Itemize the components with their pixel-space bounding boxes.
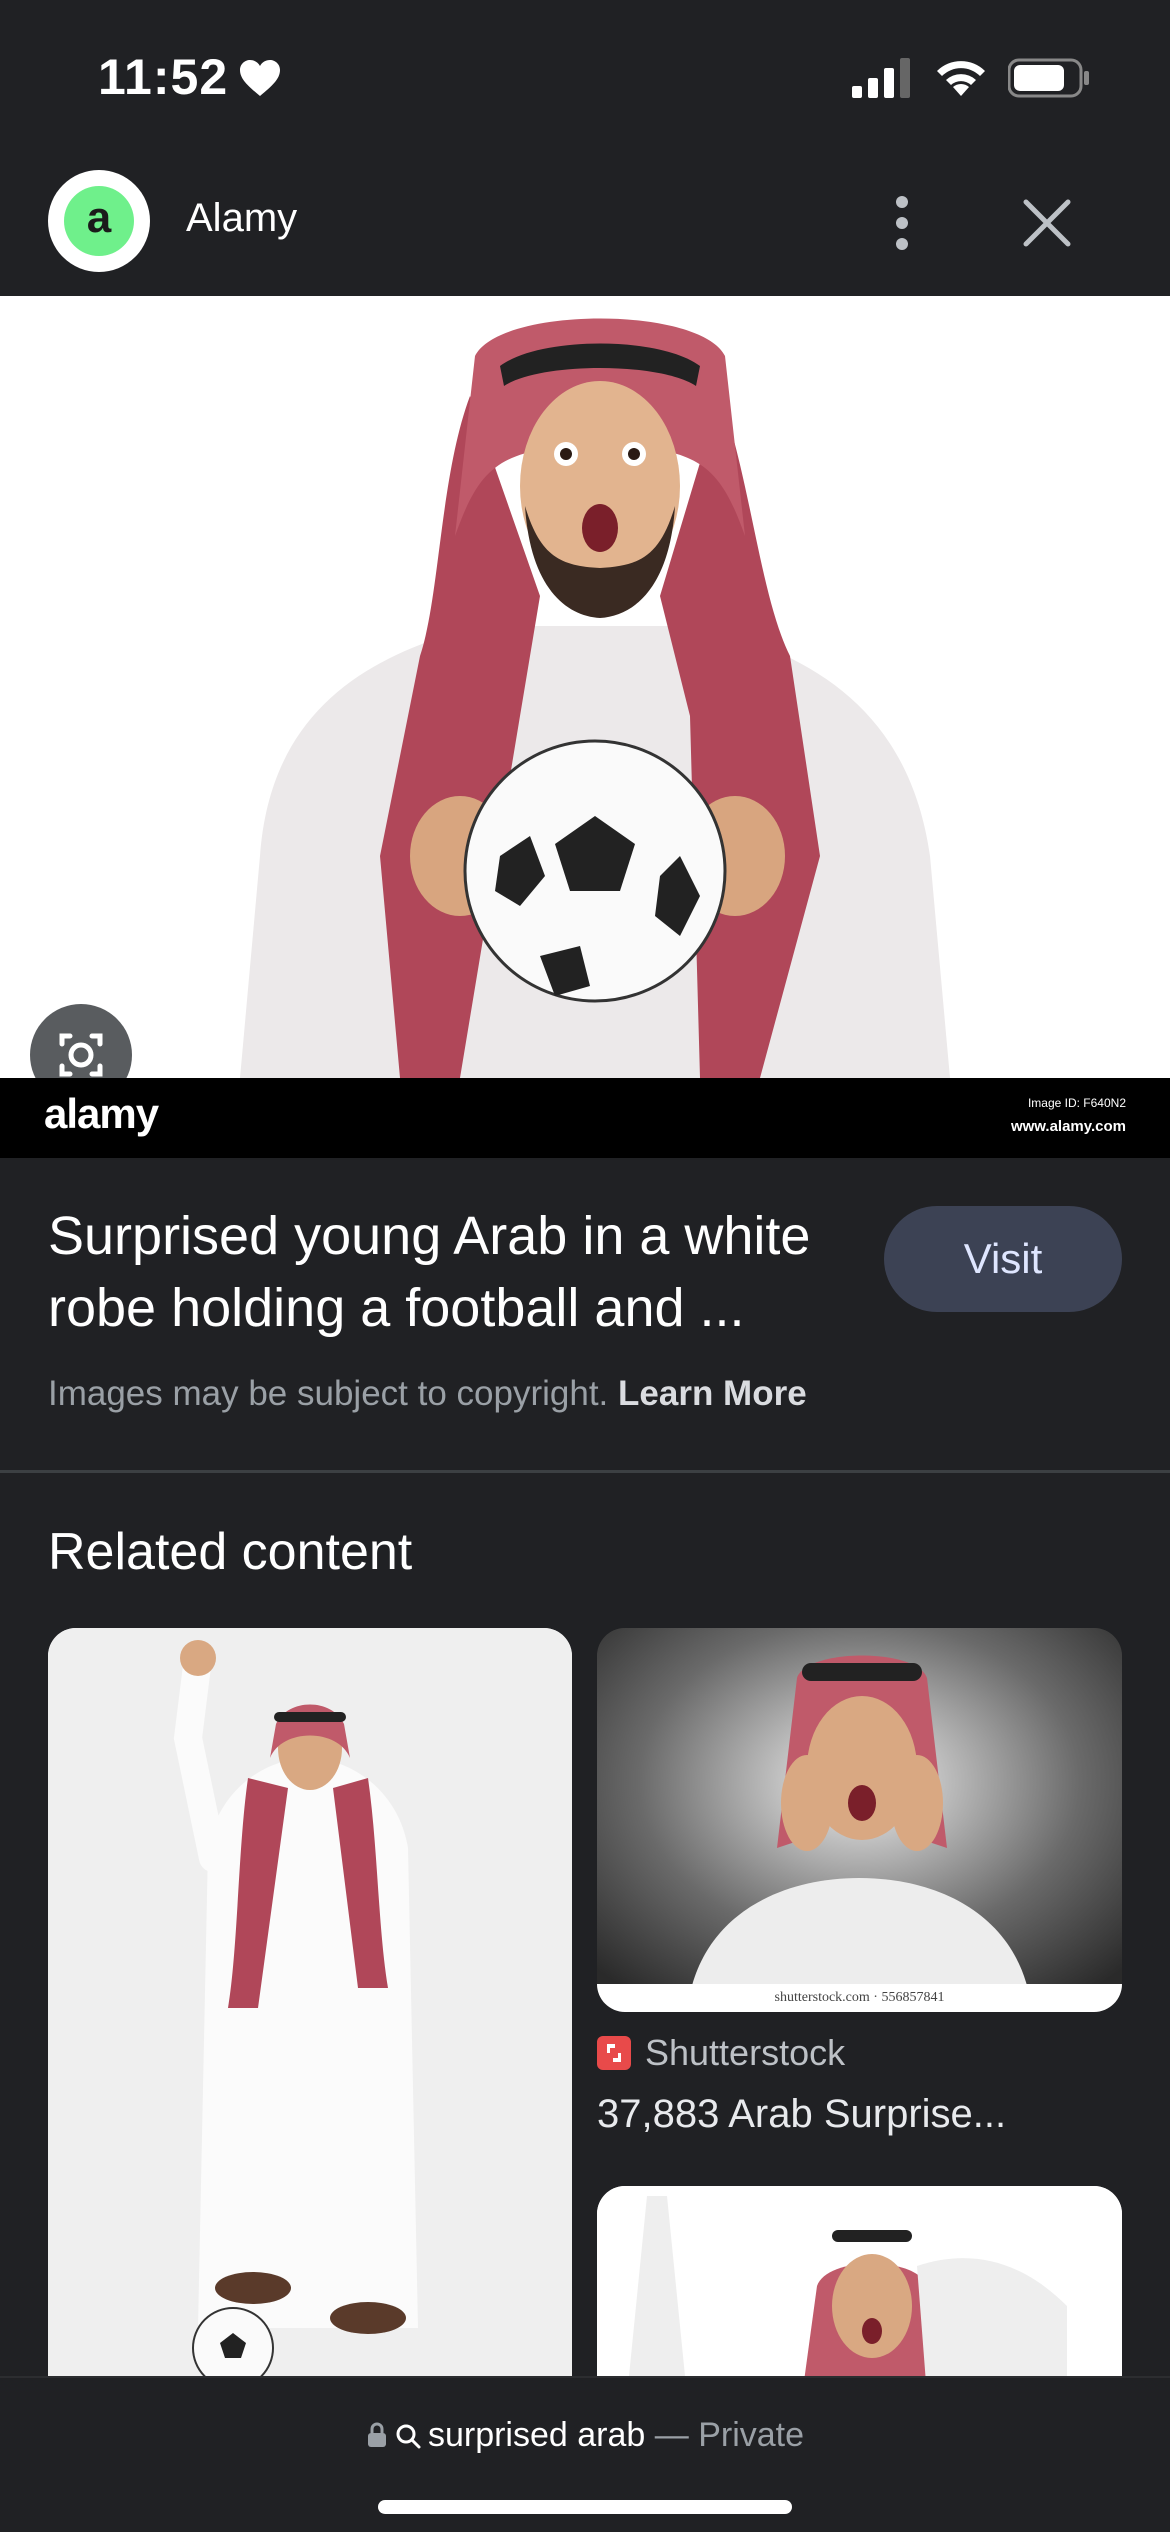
related-image-card[interactable] <box>597 2186 1122 2396</box>
related-image-man-with-white-flag <box>597 2186 1122 2396</box>
search-icon <box>396 2424 421 2449</box>
card-title[interactable]: 37,883 Arab Surprise... <box>597 2092 1006 2137</box>
site-name[interactable]: Alamy <box>186 196 297 241</box>
shutterstock-logo-icon <box>597 2036 631 2070</box>
battery-icon <box>1008 58 1089 98</box>
viewer-header: a Alamy <box>0 150 1170 296</box>
heart-icon <box>240 60 280 96</box>
related-image-card[interactable]: shutterstock.com · 556857841 <box>597 1628 1122 2012</box>
related-content-heading: Related content <box>48 1523 413 1581</box>
more-options-icon[interactable] <box>880 190 924 256</box>
private-mode-label: — Private <box>654 2416 805 2454</box>
lock-icon <box>367 2422 386 2447</box>
watermark-bar: alamy Image ID: F640N2 www.alamy.com <box>0 1078 1170 1158</box>
watermark-url: www.alamy.com <box>1010 1118 1126 1135</box>
bottom-address-bar[interactable]: surprised arab — Private <box>0 2376 1170 2532</box>
status-time: 11:52 <box>98 49 229 105</box>
main-image[interactable] <box>0 296 1170 1078</box>
search-query: surprised arab <box>427 2416 646 2454</box>
stock-watermark: shutterstock.com · 556857841 <box>774 1990 945 2005</box>
section-divider <box>0 1470 1170 1473</box>
copyright-text: Images may be subject to copyright. <box>48 1374 609 1413</box>
watermark-image-id: Image ID: F640N2 <box>1027 1096 1126 1110</box>
related-image-man-hands-on-face <box>597 1628 1122 2012</box>
status-bar: 11:52 <box>0 0 1170 150</box>
site-favicon[interactable]: a <box>48 170 150 272</box>
copyright-notice: Images may be subject to copyright. Lear… <box>48 1374 807 1414</box>
visit-button[interactable]: Visit <box>884 1206 1122 1312</box>
site-favicon-circle: a <box>64 186 134 256</box>
cellular-signal-icon <box>852 58 910 98</box>
watermark-logo: alamy <box>44 1090 159 1137</box>
related-image-card[interactable] <box>48 1628 572 2388</box>
wifi-icon <box>937 61 985 96</box>
result-title[interactable]: Surprised young Arab in a white robe hol… <box>48 1200 868 1344</box>
home-indicator[interactable] <box>378 2500 792 2514</box>
related-image-man-kicking-ball <box>48 1628 572 2388</box>
card-source-name: Shutterstock <box>645 2032 846 2073</box>
man-with-football-illustration <box>0 296 1170 1078</box>
site-favicon-letter: a <box>86 193 112 242</box>
learn-more-link[interactable]: Learn More <box>618 1374 807 1413</box>
address-bar-text[interactable]: surprised arab — Private <box>0 2416 1170 2455</box>
close-icon[interactable] <box>1018 194 1076 252</box>
